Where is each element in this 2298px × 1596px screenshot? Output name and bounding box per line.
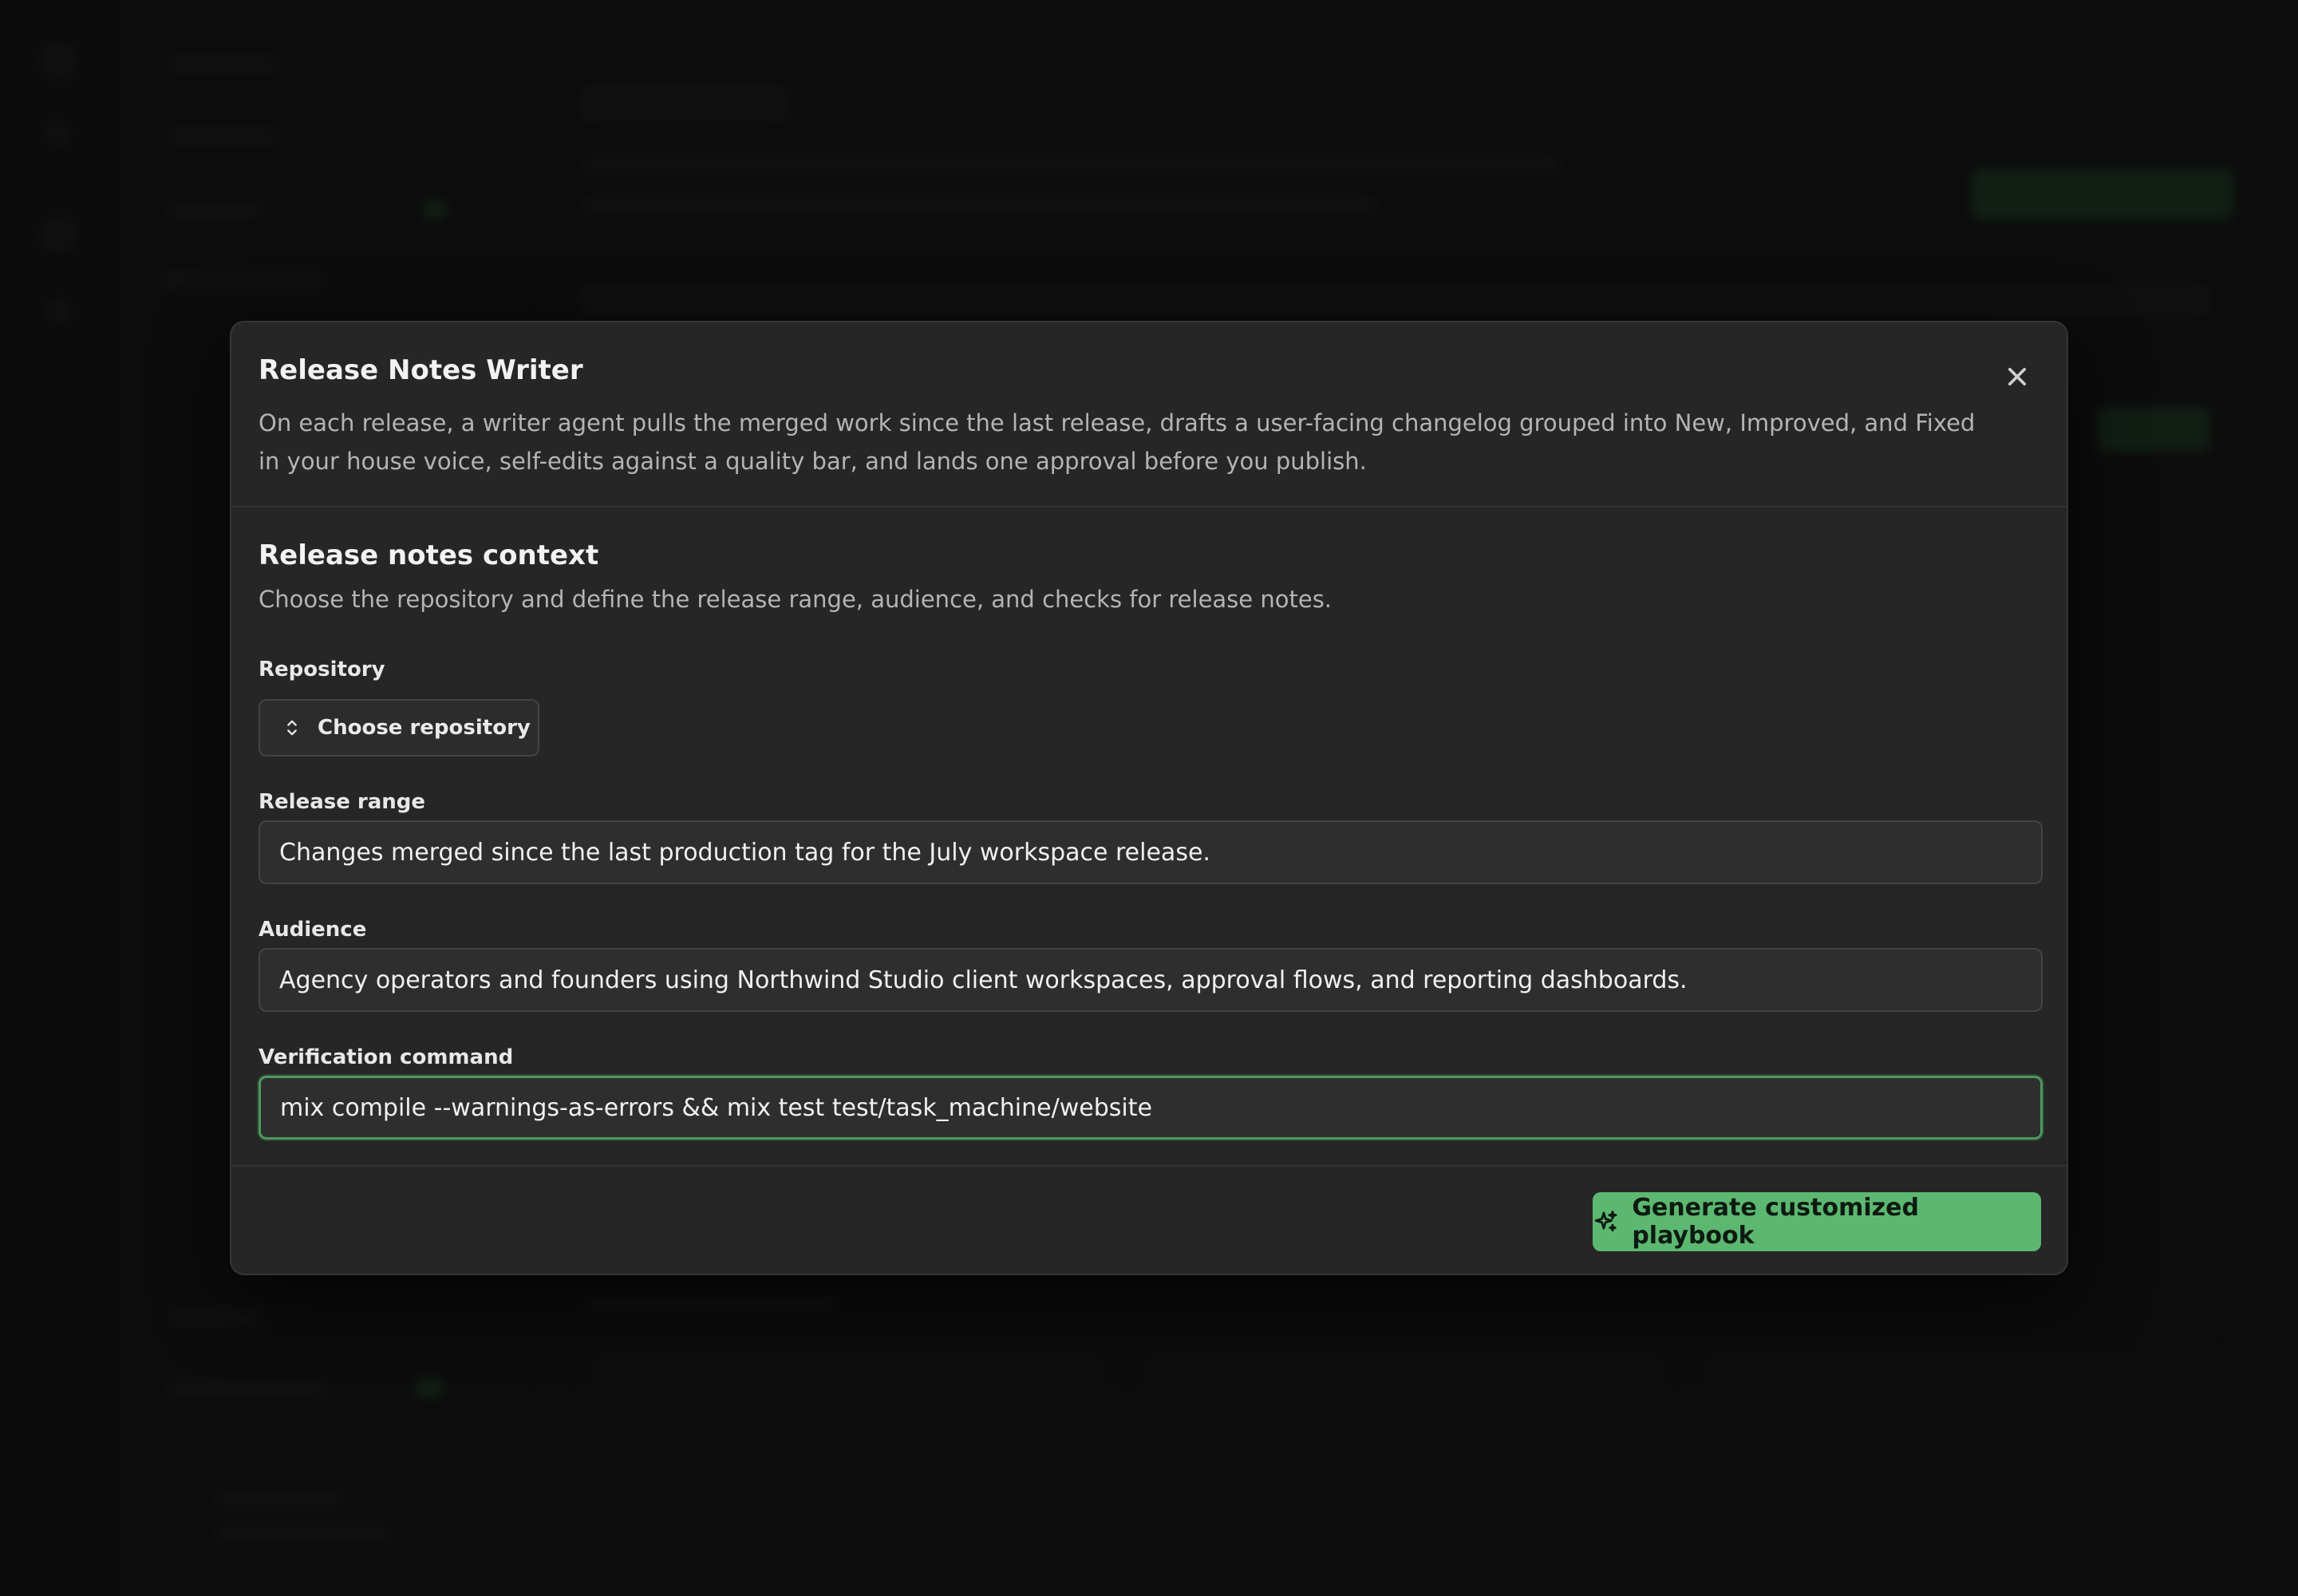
section-description: Choose the repository and define the rel… — [259, 586, 1333, 613]
close-button[interactable] — [2000, 359, 2035, 394]
verification-command-label: Verification command — [259, 1045, 514, 1069]
modal-description: On each release, a writer agent pulls th… — [259, 409, 1976, 475]
release-range-label: Release range — [259, 790, 426, 814]
repository-label: Repository — [259, 658, 385, 681]
close-icon — [2008, 368, 2026, 385]
sparkles-icon — [1594, 1211, 1617, 1232]
choose-repository-label: Choose repository — [318, 716, 531, 740]
modal-title: Release Notes Writer — [259, 354, 583, 386]
chevron-up-down-icon — [287, 720, 297, 736]
choose-repository-button[interactable]: Choose repository — [259, 699, 539, 757]
generate-playbook-button[interactable]: Generate customized playbook — [1593, 1192, 2041, 1251]
generate-playbook-label: Generate customized playbook — [1632, 1194, 1919, 1250]
section-title: Release notes context — [259, 539, 599, 571]
release-notes-modal: Release Notes Writer On each release, a … — [230, 321, 2068, 1275]
release-range-input[interactable] — [259, 820, 2043, 884]
audience-input[interactable] — [259, 948, 2043, 1012]
modal-header: Release Notes Writer On each release, a … — [231, 322, 2067, 508]
modal-footer: Generate customized playbook — [231, 1165, 2067, 1274]
audience-label: Audience — [259, 918, 367, 942]
verification-command-input[interactable] — [259, 1076, 2043, 1140]
